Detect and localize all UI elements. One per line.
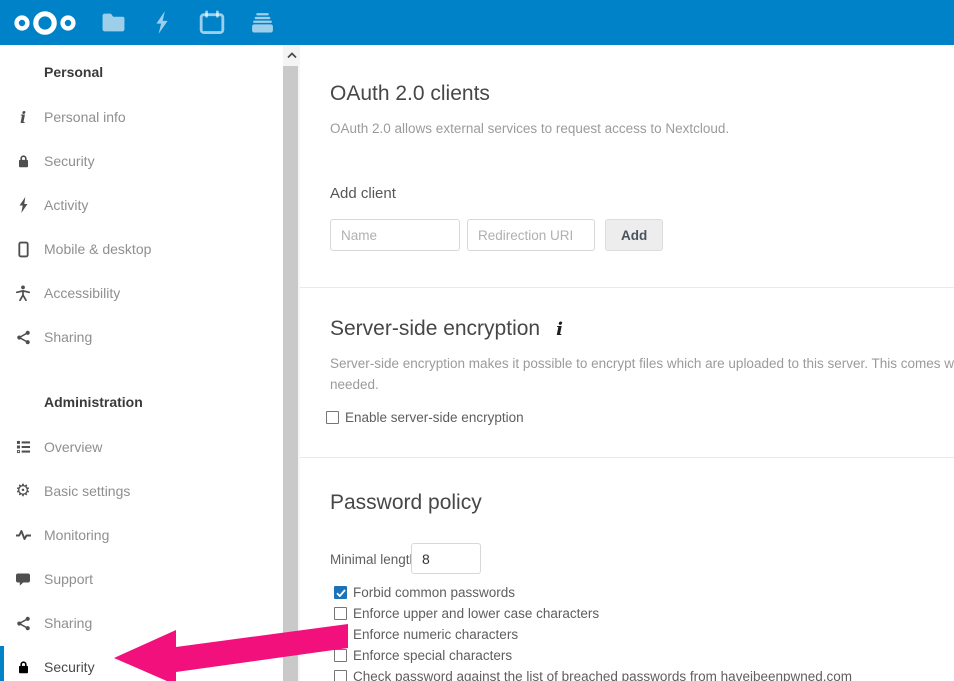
policy-row-special: Enforce special characters xyxy=(334,647,512,664)
sidebar-heading-administration: Administration xyxy=(44,391,143,413)
list-icon xyxy=(14,438,32,456)
top-header-bar xyxy=(0,0,954,45)
policy-row-numeric: Enforce numeric characters xyxy=(334,626,518,643)
settings-main-panel: OAuth 2.0 clients OAuth 2.0 allows exter… xyxy=(300,45,954,681)
deck-app-icon[interactable] xyxy=(248,0,276,45)
calendar-app-icon[interactable] xyxy=(198,0,226,45)
check-breached-passwords-checkbox[interactable] xyxy=(334,670,347,681)
gear-icon: ⚙ xyxy=(14,482,32,500)
info-icon[interactable]: i xyxy=(556,319,563,340)
nextcloud-settings-page: Personal i Personal info Security Activi… xyxy=(0,0,954,681)
activity-app-icon[interactable] xyxy=(148,0,176,45)
mobile-icon xyxy=(14,240,32,258)
policy-row-forbid-common: Forbid common passwords xyxy=(334,584,515,601)
scrollbar-thumb[interactable] xyxy=(283,66,298,681)
settings-sidebar: Personal i Personal info Security Activi… xyxy=(0,45,300,681)
scroll-up-button[interactable] xyxy=(283,45,300,66)
section-divider xyxy=(300,457,954,458)
chevron-up-icon xyxy=(287,52,297,59)
minimal-length-label: Minimal length xyxy=(330,552,417,567)
accessibility-icon xyxy=(14,284,32,302)
oauth-section-title: OAuth 2.0 clients xyxy=(330,82,490,106)
oauth-section-description: OAuth 2.0 allows external services to re… xyxy=(330,121,729,136)
enable-encryption-checkbox[interactable] xyxy=(326,411,339,424)
lock-icon xyxy=(14,658,32,676)
add-client-label: Add client xyxy=(330,185,396,202)
lock-icon xyxy=(14,152,32,170)
encryption-section-title: Server-side encryptioni xyxy=(330,317,563,341)
forbid-common-passwords-checkbox[interactable] xyxy=(334,586,347,599)
client-name-input[interactable] xyxy=(330,219,460,251)
sidebar-item-accessibility[interactable]: Accessibility xyxy=(0,281,283,305)
pulse-icon xyxy=(14,526,32,544)
policy-row-upper-lower: Enforce upper and lower case characters xyxy=(334,605,599,622)
nextcloud-logo-icon[interactable] xyxy=(12,9,78,37)
bolt-icon xyxy=(14,196,32,214)
enforce-numeric-checkbox[interactable] xyxy=(334,628,347,641)
sidebar-item-monitoring[interactable]: Monitoring xyxy=(0,523,283,547)
enforce-special-checkbox[interactable] xyxy=(334,649,347,662)
redirection-uri-input[interactable] xyxy=(467,219,595,251)
encryption-description-line2: needed. xyxy=(330,377,379,392)
minimal-length-input[interactable] xyxy=(411,543,481,574)
sidebar-heading-personal: Personal xyxy=(44,61,103,83)
sidebar-item-security-admin[interactable]: Security xyxy=(0,655,283,679)
sidebar-item-sharing-admin[interactable]: Sharing xyxy=(0,611,283,635)
enforce-upper-lower-checkbox[interactable] xyxy=(334,607,347,620)
sidebar-item-sharing-personal[interactable]: Sharing xyxy=(0,325,283,349)
add-client-button[interactable]: Add xyxy=(605,219,663,251)
files-app-icon[interactable] xyxy=(99,0,127,45)
chat-bubble-icon xyxy=(14,570,32,588)
encryption-description-line1: Server-side encryption makes it possible… xyxy=(330,356,954,371)
enable-encryption-row: Enable server-side encryption xyxy=(326,409,524,426)
sidebar-item-activity[interactable]: Activity xyxy=(0,193,283,217)
sidebar-item-mobile-desktop[interactable]: Mobile & desktop xyxy=(0,237,283,261)
share-icon xyxy=(14,328,32,346)
sidebar-item-personal-info[interactable]: i Personal info xyxy=(0,105,283,129)
policy-row-hibp: Check password against the list of breac… xyxy=(334,668,852,681)
sidebar-item-support[interactable]: Support xyxy=(0,567,283,591)
password-policy-section-title: Password policy xyxy=(330,491,482,515)
info-icon: i xyxy=(14,108,32,126)
sidebar-scrollbar xyxy=(283,45,300,681)
sidebar-item-overview[interactable]: Overview xyxy=(0,435,283,459)
section-divider xyxy=(300,287,954,288)
sidebar-item-basic-settings[interactable]: ⚙ Basic settings xyxy=(0,479,283,503)
share-icon xyxy=(14,614,32,632)
sidebar-item-security-personal[interactable]: Security xyxy=(0,149,283,173)
